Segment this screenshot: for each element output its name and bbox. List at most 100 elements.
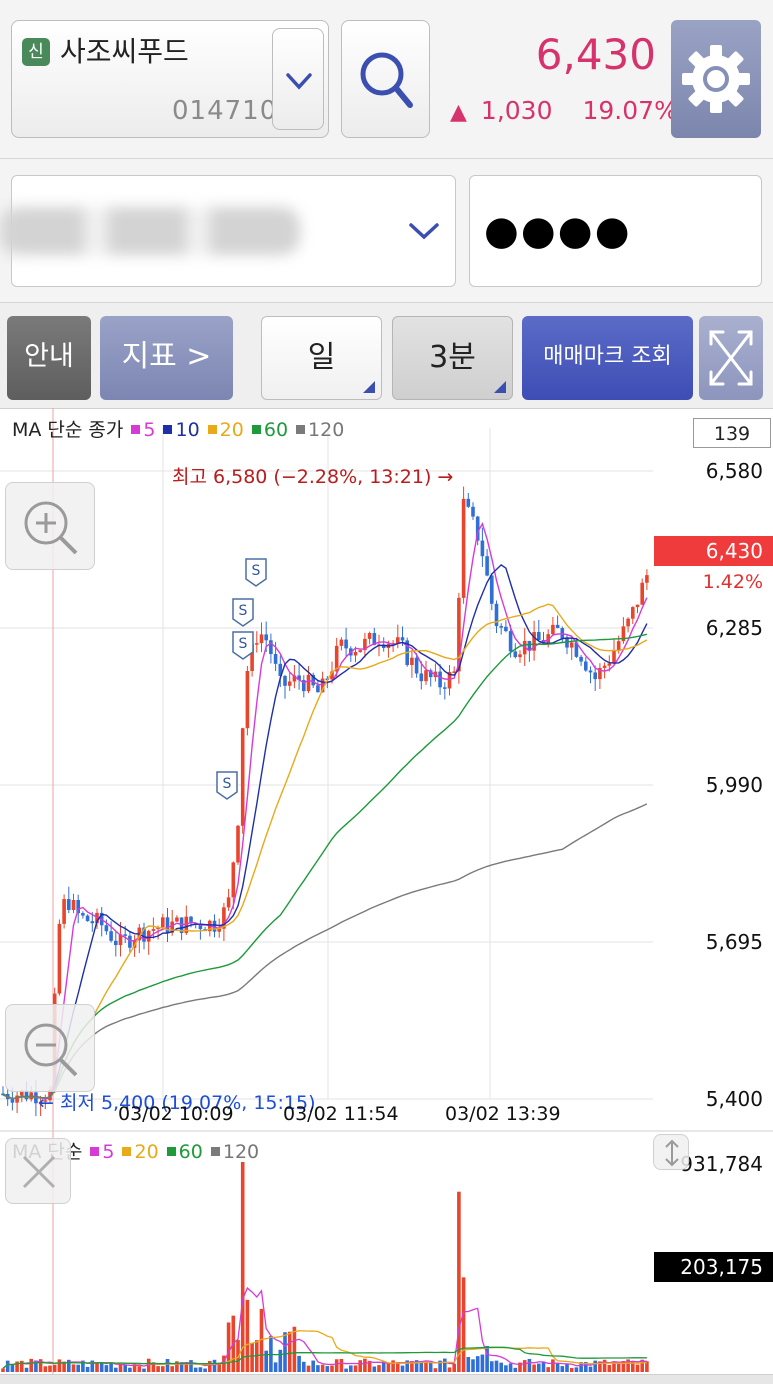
- volume-bar: [372, 1366, 377, 1372]
- stock-dropdown-button[interactable]: [272, 28, 324, 130]
- volume-bar: [264, 1350, 268, 1372]
- sell-mark: S: [245, 558, 267, 587]
- sell-mark-label: S: [239, 636, 248, 652]
- close-volume-button[interactable]: [5, 1138, 71, 1204]
- price-chart[interactable]: S S S S: [0, 408, 773, 1132]
- volume-bar: [212, 1359, 217, 1372]
- volume-bar: [302, 1361, 306, 1372]
- volume-bar: [320, 1364, 325, 1372]
- volume-bar: [287, 1331, 292, 1372]
- volume-bar: [457, 1191, 461, 1372]
- volume-bar: [527, 1358, 532, 1372]
- volume-bar: [203, 1368, 207, 1372]
- candle-body: [67, 899, 71, 910]
- resize-vertical-icon: [665, 1139, 679, 1167]
- price-legend-swatch: [131, 425, 141, 434]
- candle-body: [410, 657, 414, 666]
- volume-bar: [447, 1367, 452, 1372]
- candle-body: [104, 925, 109, 932]
- current-pct-label: 1.42%: [702, 571, 763, 593]
- volume-bar: [311, 1360, 315, 1372]
- candle-body: [114, 940, 118, 946]
- volume-legend-item: 5: [102, 1141, 115, 1163]
- volume-bar: [396, 1362, 400, 1372]
- zoom-in-icon: [24, 501, 78, 555]
- volume-bar: [358, 1360, 362, 1372]
- candle-body: [504, 626, 508, 632]
- candle-body: [461, 498, 466, 598]
- volume-bar: [240, 1162, 245, 1372]
- candle-body: [485, 556, 489, 576]
- candle-body: [344, 639, 348, 649]
- zoom-out-button[interactable]: [5, 1004, 95, 1092]
- candle-body: [555, 624, 560, 629]
- volume-bar: [29, 1358, 33, 1372]
- stock-code: 014710: [172, 96, 278, 126]
- volume-bar: [508, 1363, 513, 1372]
- candle-body: [62, 899, 66, 924]
- volume-bar: [156, 1366, 160, 1372]
- volume-bar: [541, 1362, 546, 1372]
- volume-bar: [433, 1368, 438, 1372]
- volume-bar: [588, 1366, 593, 1372]
- search-button[interactable]: [341, 20, 430, 138]
- zoom-out-icon: [24, 1023, 78, 1077]
- volume-bar: [245, 1299, 250, 1372]
- volume-bar: [118, 1364, 123, 1372]
- volume-bar: [170, 1366, 174, 1372]
- candle-body: [151, 929, 156, 931]
- candle-body: [264, 634, 268, 641]
- volume-bar: [363, 1358, 367, 1372]
- volume-bar: [513, 1367, 518, 1372]
- volume-bar: [132, 1363, 137, 1372]
- candle-body: [259, 634, 264, 644]
- interval-select[interactable]: 3분: [392, 316, 513, 400]
- sell-mark-label: S: [239, 603, 248, 619]
- candle-body: [499, 626, 503, 628]
- candle-count-box[interactable]: 139: [693, 418, 771, 448]
- volume-bar: [95, 1362, 99, 1372]
- price-legend-item: 10: [175, 419, 200, 441]
- price-legend-label: MA 단순 종가: [12, 419, 124, 441]
- volume-bar: [339, 1358, 344, 1372]
- interval-label: 3분: [429, 340, 476, 375]
- price-legend-item: 5: [143, 419, 156, 441]
- volume-bar: [546, 1367, 550, 1372]
- period-label: 일: [307, 340, 336, 375]
- x-tick-label: 03/02 13:39: [445, 1103, 561, 1125]
- volume-bar: [250, 1342, 254, 1372]
- period-select[interactable]: 일: [261, 316, 382, 400]
- candle-body: [518, 654, 522, 658]
- candle-body: [161, 917, 165, 928]
- volume-bar: [607, 1365, 612, 1372]
- volume-legend-swatch: [166, 1147, 176, 1156]
- candle-body: [579, 656, 583, 662]
- info-button[interactable]: 안내: [7, 316, 91, 400]
- volume-bar: [443, 1358, 447, 1372]
- volume-bar: [99, 1362, 104, 1372]
- current-price: 6,430: [535, 30, 656, 79]
- credit-badge: 신: [22, 38, 50, 66]
- trade-mark-button[interactable]: 매매마크 조회: [522, 316, 693, 400]
- resize-volume-button[interactable]: [653, 1134, 689, 1170]
- candle-body: [537, 632, 541, 641]
- volume-current-tag: 203,175: [654, 1252, 773, 1282]
- volume-bar: [616, 1362, 621, 1372]
- volume-bar: [278, 1349, 283, 1372]
- volume-bar: [165, 1358, 170, 1372]
- sell-mark: S: [232, 598, 254, 627]
- indicator-button[interactable]: 지표 >: [100, 316, 233, 400]
- candle-body: [480, 540, 485, 557]
- volume-bar: [377, 1365, 381, 1372]
- volume-bar: [316, 1365, 320, 1372]
- candle-body: [513, 651, 518, 658]
- volume-bar: [466, 1356, 471, 1372]
- volume-bar: [57, 1359, 62, 1372]
- fullscreen-button[interactable]: [699, 316, 763, 400]
- volume-bar: [71, 1364, 76, 1372]
- zoom-in-button[interactable]: [5, 482, 95, 570]
- volume-bar: [104, 1365, 109, 1372]
- volume-legend-item: 120: [222, 1141, 260, 1163]
- settings-button[interactable]: [671, 20, 761, 138]
- candle-body: [438, 671, 442, 688]
